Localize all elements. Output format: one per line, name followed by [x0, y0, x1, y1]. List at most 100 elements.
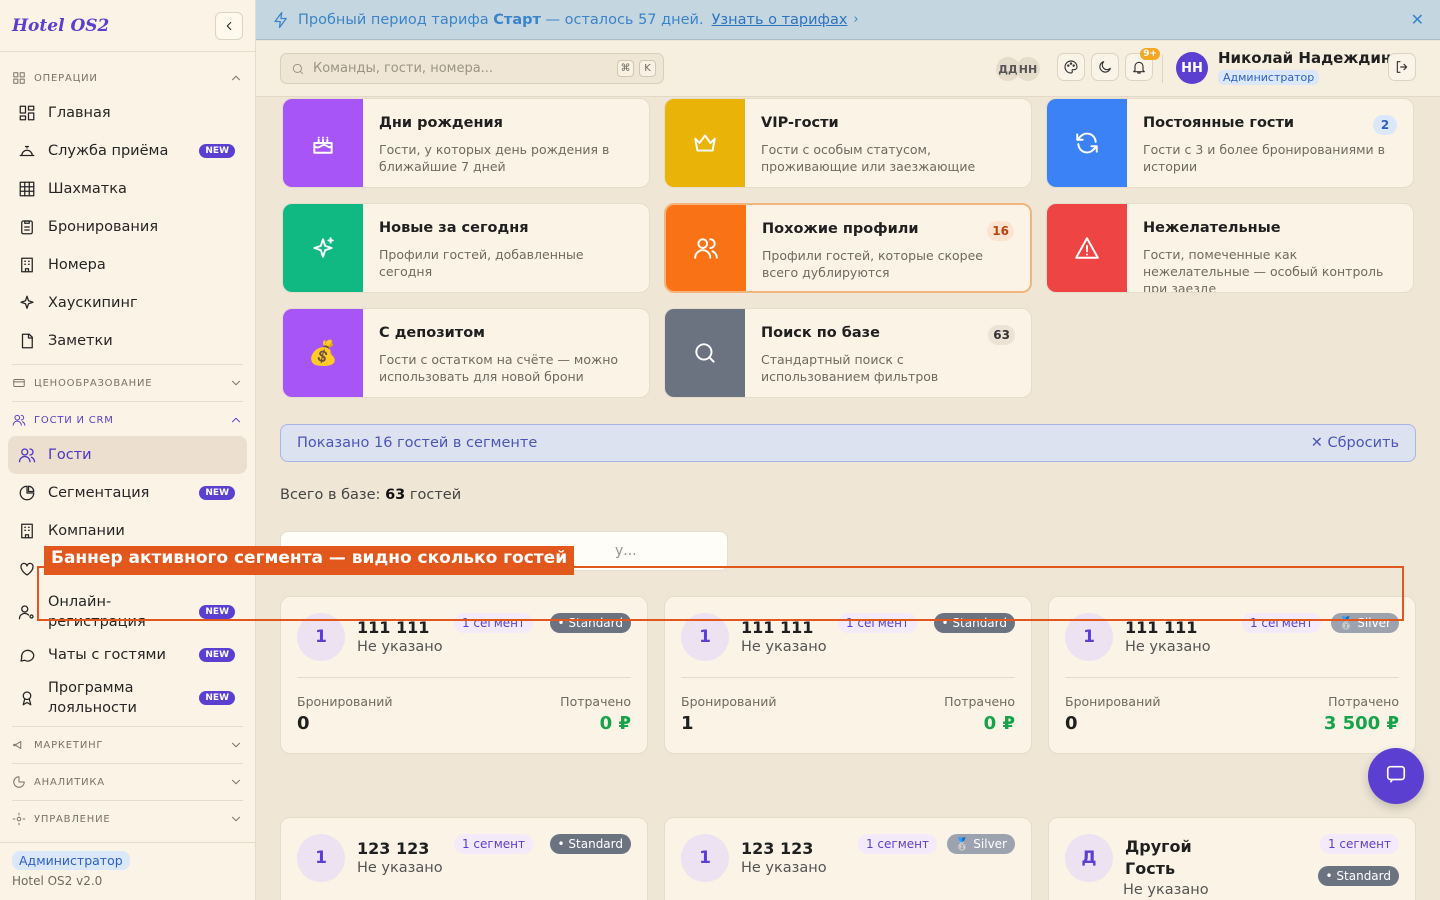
- bookings-label: Бронирований: [1065, 694, 1161, 709]
- group-marketing[interactable]: МАРКЕТИНГ: [0, 731, 255, 759]
- brand-bar: Hotel OS2: [0, 0, 255, 52]
- guest-name: Другой Гость: [1125, 836, 1192, 880]
- new-badge: NEW: [199, 691, 235, 705]
- guest-name: 123 123: [357, 839, 430, 858]
- group-pricing[interactable]: ЦЕНООБРАЗОВАНИЕ: [0, 369, 255, 397]
- total-prefix: Всего в базе:: [280, 487, 386, 503]
- dark-mode-button[interactable]: [1091, 53, 1119, 81]
- sidebar-item-loyalty[interactable]: Программа лояльности NEW: [8, 674, 247, 722]
- group-label: ОПЕРАЦИИ: [34, 72, 98, 84]
- segment-description: Профили гостей, которые скорее всего дуб…: [762, 248, 983, 280]
- segment-card[interactable]: Нежелательные Гости, помеченные как нежел…: [1046, 203, 1414, 293]
- guest-card[interactable]: 1 123 123 Не указано 1 сегмент • Standard: [280, 817, 648, 900]
- crown-icon: [665, 99, 745, 187]
- close-icon[interactable]: ✕: [1411, 10, 1424, 29]
- reset-label: Сбросить: [1327, 435, 1399, 451]
- guest-status: Не указано: [357, 639, 443, 655]
- segment-card[interactable]: Постоянные гости Гости с 3 и более бронир…: [1046, 98, 1414, 188]
- guest-status: Не указано: [1123, 882, 1209, 898]
- user-avatar[interactable]: НН: [1176, 52, 1208, 84]
- sidebar-item-segmentation[interactable]: Сегментация NEW: [8, 474, 247, 512]
- group-management[interactable]: УПРАВЛЕНИЕ: [0, 805, 255, 833]
- divider: [12, 401, 243, 402]
- segment-body: Нежелательные Гости, помеченные как нежел…: [1127, 204, 1413, 292]
- divider: [1065, 677, 1399, 678]
- users-icon: [666, 205, 746, 291]
- total-guests: Всего в базе: 63 гостей: [280, 487, 461, 503]
- chat-fab-button[interactable]: [1368, 748, 1424, 804]
- sidebar-item-frontdesk[interactable]: Служба приёма NEW: [8, 132, 247, 170]
- reset-segment-button[interactable]: ✕ Сбросить: [1311, 435, 1399, 451]
- active-segment-text: Показано 16 гостей в сегменте: [297, 435, 538, 451]
- sidebar-item-label: Служба приёма: [48, 143, 169, 159]
- sidebar-item-rooms[interactable]: Номера: [8, 246, 247, 284]
- logout-button[interactable]: [1388, 53, 1416, 81]
- guest-avatar: 1: [297, 834, 345, 882]
- guest-card[interactable]: 1 123 123 Не указано 1 сегмент 🥈 Silver: [664, 817, 1032, 900]
- segment-card[interactable]: Похожие профили Профили гостей, которые с…: [664, 203, 1032, 293]
- segment-body: Новые за сегодня Профили гостей, добавлен…: [363, 204, 649, 292]
- trial-suffix: — осталось 57 дней.: [540, 11, 704, 28]
- role-badge: Администратор: [12, 851, 130, 870]
- segment-card[interactable]: 💰 С депозитом Гости с остатком на счёте — …: [282, 308, 650, 398]
- presence-avatar[interactable]: НН: [1016, 57, 1040, 81]
- chevron-up-icon: [229, 413, 243, 427]
- segment-card[interactable]: Новые за сегодня Профили гостей, добавлен…: [282, 203, 650, 293]
- spent-amount: 0 ₽: [983, 713, 1015, 734]
- sidebar-item-guests[interactable]: Гости: [8, 436, 247, 474]
- brand-logo[interactable]: Hotel OS2: [12, 16, 109, 36]
- group-label: УПРАВЛЕНИЕ: [34, 813, 111, 825]
- segment-card[interactable]: VIP-гости Гости с особым статусом, прожив…: [664, 98, 1032, 188]
- segment-title: Новые за сегодня: [379, 220, 529, 236]
- search-icon: [291, 62, 305, 76]
- chevron-up-icon: [229, 71, 243, 85]
- sidebar: Hotel OS2 ОПЕРАЦИИ Главная Служба приёма…: [0, 0, 256, 900]
- guest-tier-badge: 🥈 Silver: [946, 834, 1015, 854]
- building-icon: [18, 522, 36, 540]
- divider: [12, 726, 243, 727]
- bookings-label: Бронирований: [681, 694, 777, 709]
- lightning-icon: [272, 11, 290, 29]
- guest-segment-badge: 1 сегмент: [1319, 834, 1399, 854]
- segment-title: Поиск по базе: [761, 325, 880, 341]
- guest-segment-badge: 1 сегмент: [857, 834, 937, 854]
- sidebar-item-bookings[interactable]: Бронирования: [8, 208, 247, 246]
- segment-card[interactable]: Дни рождения Гости, у которых день рожден…: [282, 98, 650, 188]
- sidebar-item-companies[interactable]: Компании: [8, 512, 247, 550]
- pricing-link[interactable]: Узнать о тарифах: [712, 12, 848, 28]
- sidebar-item-home[interactable]: Главная: [8, 94, 247, 132]
- segment-title: VIP-гости: [761, 115, 839, 131]
- spent-label: Потрачено: [1328, 694, 1399, 709]
- segment-title: Постоянные гости: [1143, 115, 1295, 131]
- spent-label: Потрачено: [560, 694, 631, 709]
- segment-card[interactable]: Поиск по базе Стандартный поиск с использ…: [664, 308, 1032, 398]
- bell-icon: [1130, 58, 1148, 76]
- table-grid-icon: [18, 180, 36, 198]
- command-search-input[interactable]: Команды, гости, номера... ⌘ K: [280, 53, 664, 84]
- label-line: лояльности: [48, 700, 137, 716]
- bookings-count: 1: [681, 713, 694, 734]
- grid-icon: [12, 71, 26, 85]
- sidebar-item-notes[interactable]: Заметки: [8, 322, 247, 360]
- divider: [297, 677, 631, 678]
- chevron-down-icon: [229, 812, 243, 826]
- top-header: Команды, гости, номера... ⌘ K ДД НН 9+ Н…: [256, 41, 1440, 97]
- divider: [681, 677, 1015, 678]
- cake-icon: [283, 99, 363, 187]
- credit-card-icon: [12, 376, 26, 390]
- collapse-sidebar-button[interactable]: [215, 11, 243, 40]
- group-operations[interactable]: ОПЕРАЦИИ: [0, 64, 255, 92]
- chat-icon: [18, 646, 36, 664]
- sidebar-item-chess[interactable]: Шахматка: [8, 170, 247, 208]
- group-analytics[interactable]: АНАЛИТИКА: [0, 768, 255, 796]
- sidebar-item-chats[interactable]: Чаты с гостями NEW: [8, 636, 247, 674]
- guest-card[interactable]: Д Другой Гость Не указано 1 сегмент • Standar…: [1048, 817, 1416, 900]
- sidebar-item-housekeeping[interactable]: Хаускипинг: [8, 284, 247, 322]
- segment-title: Дни рождения: [379, 115, 503, 131]
- notifications-button[interactable]: 9+: [1125, 48, 1160, 81]
- group-label: МАРКЕТИНГ: [34, 739, 104, 751]
- theme-palette-button[interactable]: [1057, 53, 1085, 81]
- new-badge: NEW: [199, 144, 235, 158]
- group-crm[interactable]: ГОСТИ И CRM: [0, 406, 255, 434]
- award-icon: [18, 689, 36, 707]
